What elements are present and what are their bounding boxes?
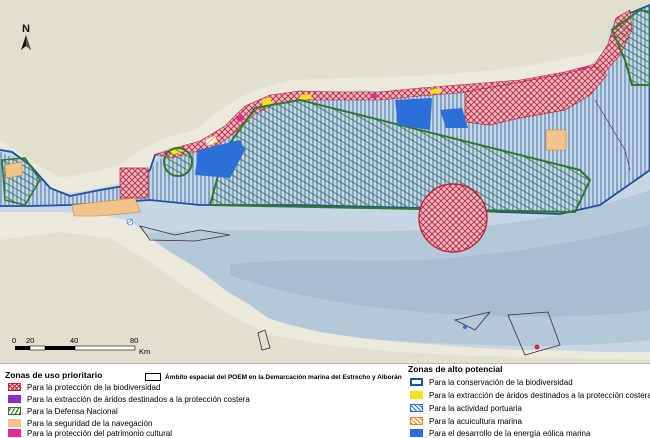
defense-circle [163, 147, 193, 177]
purple-swatch [8, 395, 21, 403]
biodiversity-west [119, 167, 149, 199]
orange-swatch [8, 419, 21, 427]
melilla-spot [463, 325, 467, 329]
biodiversity-alboran-circle [418, 183, 488, 253]
legend-item-biodiversity: Para la protección de la biodiversidad [8, 382, 160, 392]
legend-right-title: Zonas de alto potencial [408, 364, 503, 374]
chafarinas-spot [534, 344, 540, 350]
biodiversity-swatch [8, 383, 21, 391]
blue-outline-swatch [410, 378, 423, 386]
navigation-zone-east [545, 129, 567, 151]
legend-item-navigation: Para la seguridad de la navegación [8, 418, 152, 428]
scale-tick-40: 40 [70, 336, 79, 345]
north-arrow-label: N [22, 23, 30, 35]
green-hatch-swatch [8, 407, 21, 415]
legend-item-sand-potential: Para la extracción de áridos destinados … [410, 390, 650, 400]
wind-energy-central [395, 98, 432, 130]
magenta-swatch [8, 429, 21, 437]
poem-scope-legend: Ámbito espacial del POEM en la Demarcaci… [145, 373, 402, 381]
navigation-zone-west [4, 161, 23, 179]
scale-tick-20: 20 [26, 336, 35, 345]
map-figure: N 0 20 40 80 Km Ámbito espacial del POEM… [0, 0, 650, 438]
legend-left-title: Zonas de uso prioritario [5, 370, 103, 380]
scale-tick-0: 0 [12, 336, 17, 345]
ceuta-spot [126, 218, 134, 226]
legend-item-port: Para la actividad portuaria [410, 403, 522, 413]
scale-tick-80: 80 [130, 336, 139, 345]
map-bottom-border [0, 363, 650, 364]
blue-hatch-swatch [410, 404, 423, 412]
legend-item-defense: Para la Defensa Nacional [8, 406, 118, 416]
legend-item-conservation: Para la conservación de la biodiversidad [410, 377, 573, 387]
yellow-swatch [410, 391, 423, 399]
scope-outline-swatch [145, 373, 161, 381]
scope-label: Ámbito espacial del POEM en la Demarcaci… [165, 373, 402, 381]
scale-unit: Km [139, 347, 151, 356]
legend-item-aquaculture: Para la acuicultura marina [410, 416, 522, 426]
legend-item-sand-extraction: Para la extracción de áridos destinados … [8, 394, 250, 404]
blue-fill-swatch [410, 429, 423, 437]
orange-hatch-swatch [410, 417, 423, 425]
scale-bar [15, 345, 136, 351]
